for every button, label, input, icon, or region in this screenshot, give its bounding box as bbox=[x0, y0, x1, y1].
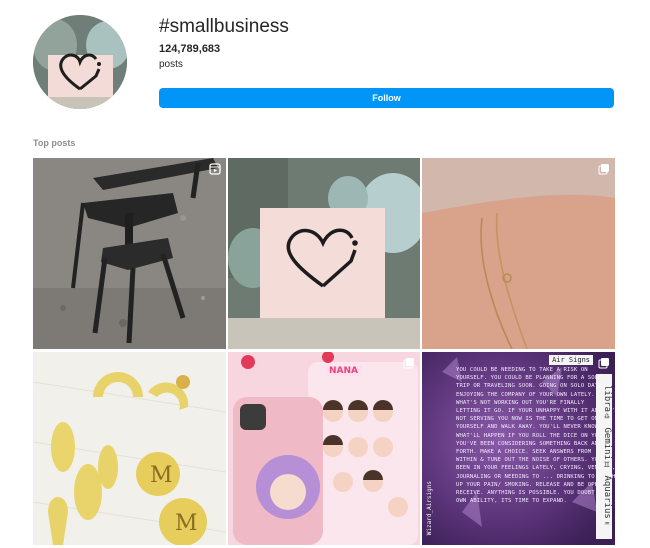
follow-button[interactable]: Follow bbox=[159, 88, 614, 108]
zodiac-side-label: libra♎ Gemini♊ Aquarius♒ bbox=[596, 374, 612, 539]
carousel-icon bbox=[598, 357, 610, 369]
post-count: 124,789,683 bbox=[159, 43, 221, 55]
sticker-sheet-title: NANA bbox=[326, 366, 361, 376]
air-signs-post[interactable]: Air Signs You could be needing to take a… bbox=[422, 352, 615, 545]
reading-line: You could be needing to take a risk on bbox=[456, 367, 588, 373]
reading-line: You've been considering something back a… bbox=[456, 440, 602, 447]
carousel-icon bbox=[403, 357, 415, 369]
heart-sign-image bbox=[228, 158, 420, 349]
reading-line: enjoying the company of your own lately. bbox=[456, 391, 595, 398]
hashtag-avatar bbox=[33, 15, 127, 109]
reading-line: forth. Make a choice. Seek answers from bbox=[456, 449, 592, 456]
heart-sign-post[interactable] bbox=[228, 158, 420, 349]
bracelet-image bbox=[422, 158, 615, 349]
reading-line: trip or traveling soon. Going on solo da… bbox=[456, 383, 609, 390]
reading-line: journaling or needing to ... drinking to… bbox=[456, 473, 615, 480]
svg-text:M: M bbox=[175, 511, 198, 536]
reel-icon bbox=[209, 163, 221, 175]
reading-line: letting it go. If your unhappy with it a… bbox=[456, 408, 615, 415]
reading-line: been in your feelings lately, crying, ve… bbox=[456, 465, 615, 472]
top-posts-grid: M M NANA Air Signs YOU COULD BE NEEDING … bbox=[33, 158, 615, 546]
metal-stand-post[interactable] bbox=[33, 158, 226, 349]
air-signs-reading: You could be needing to take a risk on y… bbox=[456, 366, 615, 505]
author-watermark: Wizard_Airsigns bbox=[426, 480, 433, 535]
reading-line: within & tune out the noise of others. Y… bbox=[456, 457, 613, 464]
reading-line: what'll happen if you roll the dice on y… bbox=[456, 432, 606, 439]
reading-line: up your pain/ smoking. Release and be op… bbox=[456, 481, 613, 488]
air-signs-header: Air Signs bbox=[549, 355, 593, 365]
hashtag-title: #smallbusiness bbox=[159, 16, 289, 37]
heart-sign-avatar-image bbox=[33, 15, 127, 109]
reading-line: receive. Anything is possible. You doubt… bbox=[456, 490, 613, 497]
bracelet-post[interactable] bbox=[422, 158, 615, 349]
top-posts-label: Top posts bbox=[33, 138, 76, 148]
metal-stand-image bbox=[33, 158, 226, 349]
post-count-label: posts bbox=[159, 59, 183, 70]
phone-case-stickers-image bbox=[228, 352, 420, 545]
reading-line: yourself and walk away. You'll never kno… bbox=[456, 424, 599, 431]
phone-case-stickers-post[interactable]: NANA bbox=[228, 352, 420, 545]
gold-earrings-image: M M bbox=[33, 352, 226, 545]
reading-line: yourself. You could be planning for a so… bbox=[456, 375, 602, 382]
carousel-icon bbox=[598, 163, 610, 175]
reading-line: What's not working out you're finally bbox=[456, 399, 585, 406]
gold-earrings-post[interactable]: M M bbox=[33, 352, 226, 545]
reading-line: own ability, its time to expand. bbox=[456, 498, 567, 505]
reading-line: not serving you now is the time to get o… bbox=[456, 416, 599, 423]
svg-text:M: M bbox=[150, 463, 173, 488]
